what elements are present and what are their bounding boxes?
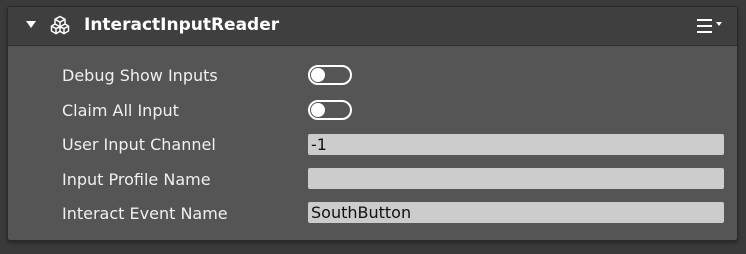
hamburger-menu-icon[interactable] (697, 17, 725, 35)
interact-event-name-field[interactable] (308, 202, 724, 223)
collapse-arrow-icon[interactable] (26, 21, 36, 28)
cube-outline-icon (50, 15, 70, 35)
claim-all-input-label: Claim All Input (62, 101, 179, 120)
user-input-channel-label: User Input Channel (62, 135, 216, 154)
debug-show-inputs-toggle[interactable] (308, 65, 352, 85)
input-profile-name-field[interactable] (308, 168, 724, 189)
user-input-channel-field[interactable] (308, 134, 724, 155)
component-header: InteractInputReader (8, 7, 737, 46)
claim-all-input-toggle[interactable] (308, 100, 352, 120)
component-panel: InteractInputReader Debug Show Inputs Cl… (7, 6, 738, 241)
debug-show-inputs-label: Debug Show Inputs (62, 66, 218, 85)
toggle-knob (311, 103, 325, 117)
component-title: InteractInputReader (84, 15, 280, 35)
toggle-knob (311, 68, 325, 82)
interact-event-name-label: Interact Event Name (62, 204, 228, 223)
input-profile-name-label: Input Profile Name (62, 170, 211, 189)
